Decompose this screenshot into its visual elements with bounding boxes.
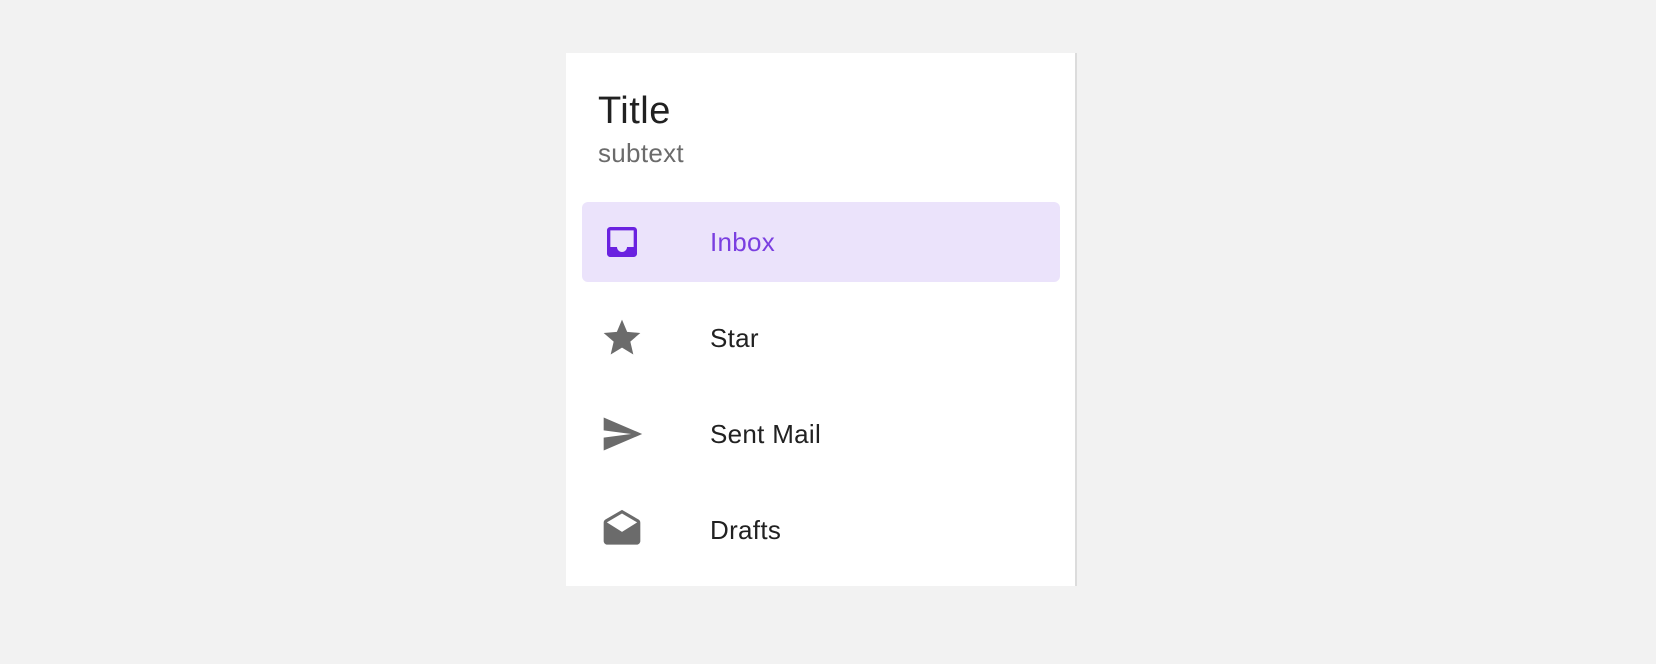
drawer-header: Title subtext: [598, 89, 1059, 169]
nav-item-label: Inbox: [710, 226, 776, 257]
nav-item-label: Drafts: [710, 514, 782, 545]
inbox-icon: [600, 220, 644, 264]
drafts-icon: [600, 508, 644, 552]
nav-item-sent-mail[interactable]: Sent Mail: [582, 394, 1060, 474]
star-icon: [600, 316, 644, 360]
send-icon: [600, 412, 644, 456]
drawer-title: Title: [598, 90, 671, 132]
drawer-subtitle: subtext: [598, 138, 684, 168]
nav-item-star[interactable]: Star: [582, 298, 1060, 378]
drawer-nav-list: Inbox Star Sent Mail Drafts: [582, 202, 1060, 586]
navigation-drawer: Title subtext Inbox Star Sent Mail Draft…: [566, 53, 1077, 586]
nav-item-label: Star: [710, 322, 759, 353]
nav-item-label: Sent Mail: [710, 418, 822, 449]
nav-item-drafts[interactable]: Drafts: [582, 490, 1060, 570]
nav-item-inbox[interactable]: Inbox: [582, 202, 1060, 282]
